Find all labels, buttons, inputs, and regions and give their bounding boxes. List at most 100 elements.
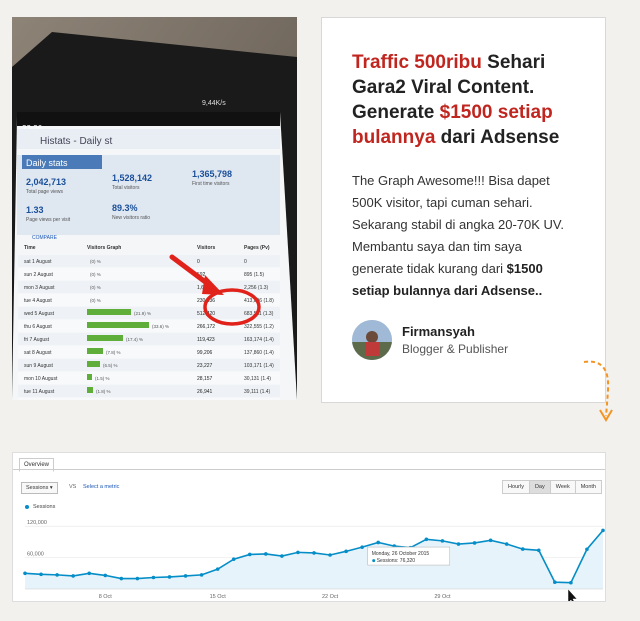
phone-stat-label: Total visitors [112, 185, 140, 191]
x-tick-label: 22 Oct [322, 594, 339, 600]
phone-row-pct: (21.9) % [134, 311, 151, 316]
phone-row-pages: 0 [244, 259, 247, 265]
phone-row-pages: 895 (1.5) [244, 272, 264, 278]
phone-row-pages: 39,111 (1.4) [244, 389, 271, 395]
sessions-point[interactable] [456, 542, 461, 546]
phone-stat-label: First time visitors [192, 181, 230, 187]
sessions-point[interactable] [312, 551, 316, 555]
sessions-point[interactable] [103, 573, 108, 578]
phone-column-header: Visitors Graph [87, 245, 121, 251]
phone-stat-value: 1.33 [26, 205, 44, 215]
sessions-point[interactable] [231, 557, 236, 561]
granularity-buttons: Hourly Day Week Month [502, 480, 602, 494]
sessions-point[interactable] [39, 572, 43, 577]
phone-row-time: fri 7 August [24, 337, 50, 343]
phone-row-pct: (1.5) % [95, 376, 110, 381]
phone-row-pct: (0) % [90, 298, 101, 303]
select-metric-link[interactable]: Select a metric [83, 484, 119, 490]
phone-row-visitors: 119,423 [197, 337, 215, 343]
sessions-point[interactable] [87, 571, 92, 576]
phone-row-visitors: 26,941 [197, 389, 213, 395]
x-tick-label: 8 Oct [99, 594, 113, 600]
sessions-point[interactable] [569, 580, 573, 585]
sessions-point[interactable] [553, 580, 557, 584]
sessions-point[interactable] [585, 547, 589, 552]
phone-row-pages: 2,256 (1.3) [244, 285, 269, 291]
analytics-panel: Overview Sessions ▾ VS Select a metric H… [12, 452, 606, 602]
card-body: The Graph Awesome!!! Bisa dapet 500K vis… [352, 170, 575, 302]
phone-row-visitors: 266,172 [197, 324, 215, 330]
granularity-button-month[interactable]: Month [574, 480, 602, 494]
phone-row-time: tue 11 August [24, 389, 55, 395]
sessions-point[interactable] [536, 548, 541, 553]
phone-column-header: Time [24, 245, 36, 251]
tooltip-date: Monday, 26 October 2015 [372, 551, 430, 557]
sessions-point[interactable] [360, 545, 364, 549]
sessions-point[interactable] [344, 549, 348, 554]
sessions-point[interactable] [520, 547, 525, 551]
phone-row-visitors: 23,227 [197, 363, 213, 369]
phone-row-pct: (17.4) % [126, 337, 143, 342]
chart-legend: Sessions [25, 504, 55, 510]
phone-row-bar [87, 309, 131, 315]
phone-row-pct: (6.5) % [103, 363, 118, 368]
curved-arrow-icon [583, 360, 613, 422]
phone-row-pct: (0) % [90, 259, 101, 264]
granularity-button-day[interactable]: Day [528, 480, 551, 494]
headline-text-2: dari Adsense [435, 127, 560, 148]
sessions-point[interactable] [23, 571, 27, 576]
phone-row-pages: 30,131 (1.4) [244, 376, 271, 382]
sessions-point[interactable] [215, 567, 220, 571]
sessions-point[interactable] [488, 538, 493, 543]
metric-select[interactable]: Sessions ▾ [21, 482, 58, 494]
phone-row-time: mon 10 August [24, 376, 58, 382]
sessions-point[interactable] [135, 576, 140, 581]
sessions-point[interactable] [71, 574, 75, 578]
phone-row-bar [87, 374, 92, 380]
sessions-point[interactable] [328, 553, 332, 557]
phone-app-title: Histats - Daily st [40, 136, 112, 147]
author-name: Firmansyah [402, 324, 475, 339]
phone-column-header: Pages (Pv) [244, 245, 270, 251]
chart-tooltip: Monday, 26 October 2015Sessions: 76,320 [367, 546, 451, 566]
sessions-point[interactable] [119, 576, 124, 581]
x-tick-label: 29 Oct [434, 594, 451, 600]
sessions-point[interactable] [199, 573, 204, 577]
legend-label: Sessions [33, 504, 56, 510]
sessions-point[interactable] [472, 541, 477, 545]
sessions-point[interactable] [601, 528, 605, 533]
phone-compare: COMPARE [32, 235, 58, 241]
sessions-point[interactable] [55, 573, 59, 577]
sessions-point[interactable] [264, 552, 268, 556]
sessions-point[interactable] [440, 539, 445, 543]
granularity-button-week[interactable]: Week [549, 480, 576, 494]
sessions-point[interactable] [296, 550, 300, 555]
card-headline: Traffic 500ribu Sehari Gara2 Viral Conte… [352, 50, 575, 150]
phone-stat-value: 1,365,798 [192, 169, 232, 179]
granularity-button-hourly[interactable]: Hourly [502, 480, 530, 494]
sessions-point[interactable] [280, 554, 284, 558]
sessions-point[interactable] [183, 574, 188, 578]
phone-stat-label: New visitors ratio [112, 215, 150, 221]
phone-row-time: tue 4 August [24, 298, 52, 304]
author-role: Blogger & Publisher [402, 342, 509, 356]
sessions-point[interactable] [424, 537, 429, 542]
phone-stat-value: 2,042,713 [26, 177, 66, 187]
sessions-point[interactable] [504, 542, 509, 546]
phone-stat-value: 89.3% [112, 203, 138, 213]
phone-row-pct: (33.6) % [152, 324, 169, 329]
testimonial-card: Traffic 500ribu Sehari Gara2 Viral Conte… [321, 17, 606, 403]
phone-row-time: sat 8 August [24, 350, 52, 356]
phone-panel-title: Daily stats [26, 158, 68, 168]
y-tick-label: 60,000 [27, 552, 44, 558]
phone-photo-drawing: 23:26 9,44K/s Histats - Daily st Daily s… [12, 17, 297, 400]
sessions-point[interactable] [151, 575, 156, 580]
headline-highlight-traffic: Traffic 500ribu [352, 52, 482, 73]
sessions-point[interactable] [376, 540, 381, 545]
sessions-point[interactable] [167, 575, 172, 579]
sessions-point[interactable] [247, 552, 252, 557]
phone-row-visitors: 0 [197, 259, 200, 265]
phone-row-pct: (0) % [90, 272, 101, 277]
x-tick-label: 15 Oct [210, 594, 227, 600]
phone-net-speed: 9,44K/s [202, 100, 226, 107]
